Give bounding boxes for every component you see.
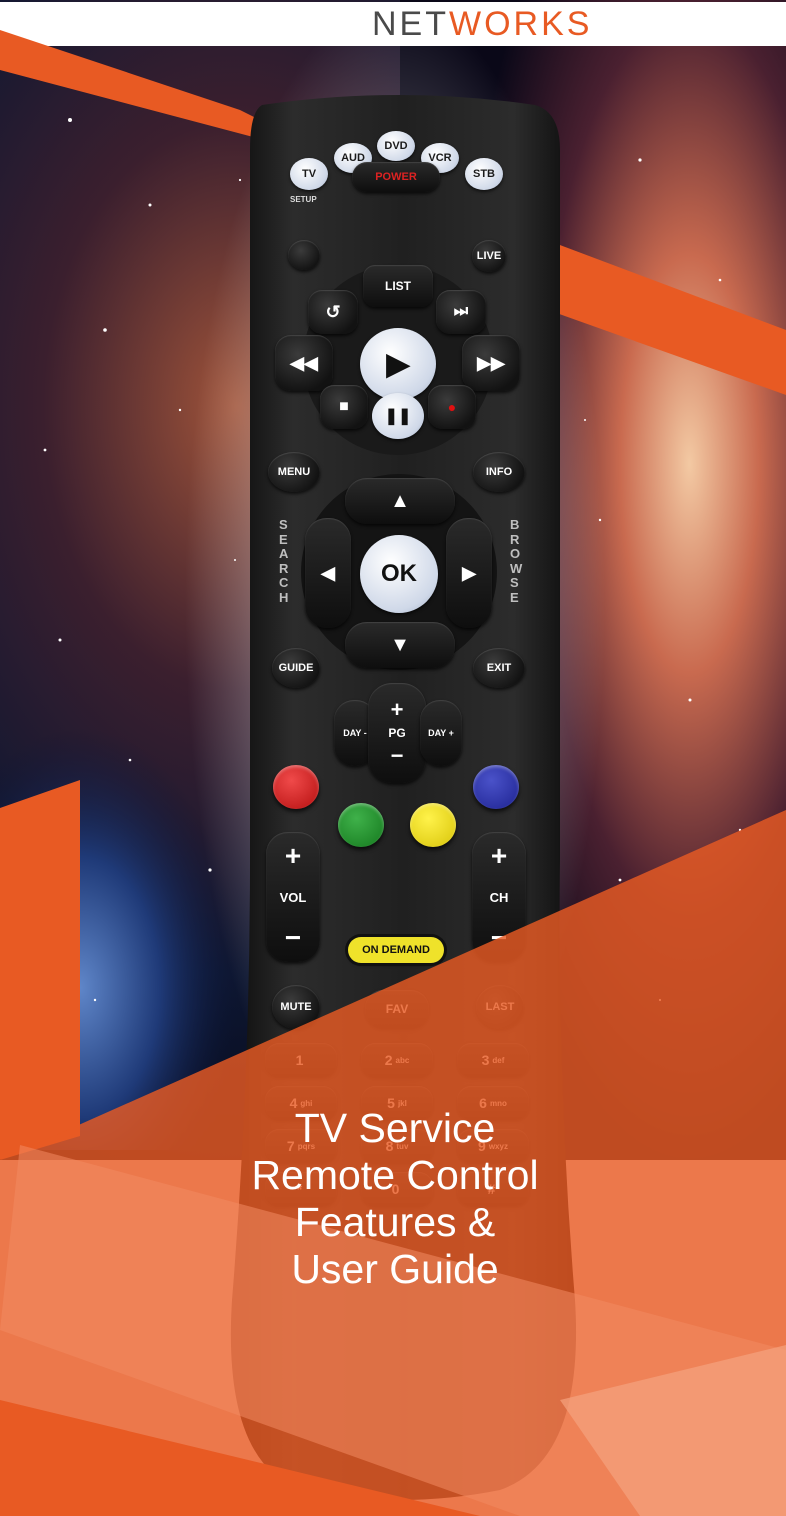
info-label: INFO [485, 466, 513, 478]
keypad-key-letters: def [492, 1055, 505, 1065]
menu-label: MENU [277, 466, 311, 478]
page-down-icon: − [390, 743, 404, 768]
last-label: LAST [485, 1001, 515, 1013]
dvd-button[interactable]: DVD [377, 131, 415, 161]
fast-forward-icon: ▶▶ [477, 352, 505, 373]
title-line-3: Features & [294, 1199, 496, 1245]
guide-label: GUIDE [278, 662, 314, 674]
left-arrow-icon: ◀ [321, 562, 335, 583]
keypad-key-letters: abc [395, 1055, 410, 1065]
left-button[interactable]: ◀ [305, 518, 351, 628]
down-button[interactable]: ▼ [345, 622, 455, 668]
list-label: LIST [385, 279, 411, 293]
keypad-key-number: 1 [295, 1052, 304, 1068]
ok-label: OK [381, 560, 417, 587]
day-minus-label: DAY - [343, 728, 367, 738]
power-button[interactable]: POWER [352, 162, 440, 192]
yellow-button[interactable] [410, 803, 456, 847]
ch-label: CH [489, 889, 509, 905]
stop-button[interactable]: ■ [320, 385, 368, 429]
page-up-icon: + [390, 697, 404, 722]
on-demand-button[interactable]: ON DEMAND [348, 937, 444, 963]
vol-label: VOL [279, 889, 307, 905]
stb-button[interactable]: STB [465, 158, 503, 190]
cover-page: NETWORKS AUD DVD VCR TV POWER STB SETUP … [0, 0, 786, 1516]
keypad-key[interactable]: 2 abc [361, 1043, 433, 1077]
title-line-1: TV Service [294, 1105, 496, 1151]
replay-icon: ↺ [325, 301, 341, 322]
day-plus-label: DAY + [428, 728, 454, 738]
record-button[interactable]: ● [428, 385, 476, 429]
pause-button[interactable]: ❚❚ [372, 393, 424, 439]
exit-button[interactable]: EXIT [473, 648, 525, 688]
vol-down-icon: − [284, 922, 302, 953]
channel-rocker[interactable]: + CH − [472, 832, 526, 962]
blue-button[interactable] [473, 765, 519, 809]
ch-up-icon: + [490, 840, 508, 871]
page-rocker[interactable]: + PG − [368, 683, 426, 783]
record-icon: ● [447, 399, 457, 415]
rewind-button[interactable]: ◀◀ [275, 335, 333, 391]
ch-down-icon: − [490, 922, 508, 953]
live-label: LIVE [476, 250, 502, 262]
last-button[interactable]: LAST [476, 985, 524, 1029]
fast-forward-button[interactable]: ▶▶ [462, 335, 520, 391]
live-button[interactable]: LIVE [472, 240, 506, 272]
title-line-4: User Guide [291, 1246, 499, 1292]
tv-label: TV [301, 168, 317, 180]
setup-button[interactable] [288, 240, 320, 270]
title-line-2: Remote Control [251, 1152, 539, 1198]
green-button[interactable] [338, 803, 384, 847]
right-arrow-icon: ▶ [462, 562, 476, 583]
rewind-icon: ◀◀ [290, 352, 318, 373]
browse-label: BROWSE [507, 517, 523, 605]
search-text: SEARCH [279, 517, 289, 605]
tv-button[interactable]: TV [290, 158, 328, 190]
list-button[interactable]: LIST [363, 265, 433, 307]
on-demand-label: ON DEMAND [362, 944, 430, 956]
stb-label: STB [473, 168, 495, 180]
browse-text: BROWSE [510, 517, 523, 605]
info-button[interactable]: INFO [473, 452, 525, 492]
replay-button[interactable]: ↺ [308, 290, 358, 334]
vol-up-icon: + [284, 840, 302, 871]
fav-label: FAV [385, 1002, 409, 1016]
setup-label: SETUP [290, 195, 317, 204]
mute-button[interactable]: MUTE [272, 985, 320, 1029]
keypad-key[interactable]: 3 def [457, 1043, 529, 1077]
skip-forward-icon: ⏭ [453, 303, 469, 320]
up-button[interactable]: ▲ [345, 478, 455, 524]
stop-icon: ■ [339, 398, 349, 415]
mute-label: MUTE [280, 1001, 312, 1013]
power-label: POWER [375, 171, 417, 183]
red-button[interactable] [273, 765, 319, 809]
guide-button[interactable]: GUIDE [272, 648, 320, 688]
volume-rocker[interactable]: + VOL − [266, 832, 320, 962]
up-arrow-icon: ▲ [390, 489, 410, 512]
right-button[interactable]: ▶ [446, 518, 492, 628]
keypad-key[interactable]: 1 [265, 1043, 337, 1077]
ok-button[interactable]: OK [360, 535, 438, 613]
fav-button[interactable]: FAV [365, 990, 429, 1028]
menu-button[interactable]: MENU [268, 452, 320, 492]
keypad-key-number: 2 [384, 1052, 393, 1068]
pause-icon: ❚❚ [384, 408, 412, 425]
vcr-label: VCR [428, 152, 452, 164]
exit-label: EXIT [486, 662, 512, 674]
day-plus-button[interactable]: DAY + [420, 700, 462, 766]
play-icon: ▶ [386, 347, 410, 381]
pg-label: PG [388, 726, 406, 740]
keypad-key-number: 3 [481, 1052, 490, 1068]
search-label: SEARCH [276, 517, 290, 605]
skip-forward-button[interactable]: ⏭ [436, 290, 486, 334]
cover-title: TV Service Remote Control Features & Use… [160, 1105, 630, 1293]
dvd-label: DVD [384, 140, 408, 152]
play-button[interactable]: ▶ [360, 328, 436, 400]
down-arrow-icon: ▼ [390, 633, 410, 656]
